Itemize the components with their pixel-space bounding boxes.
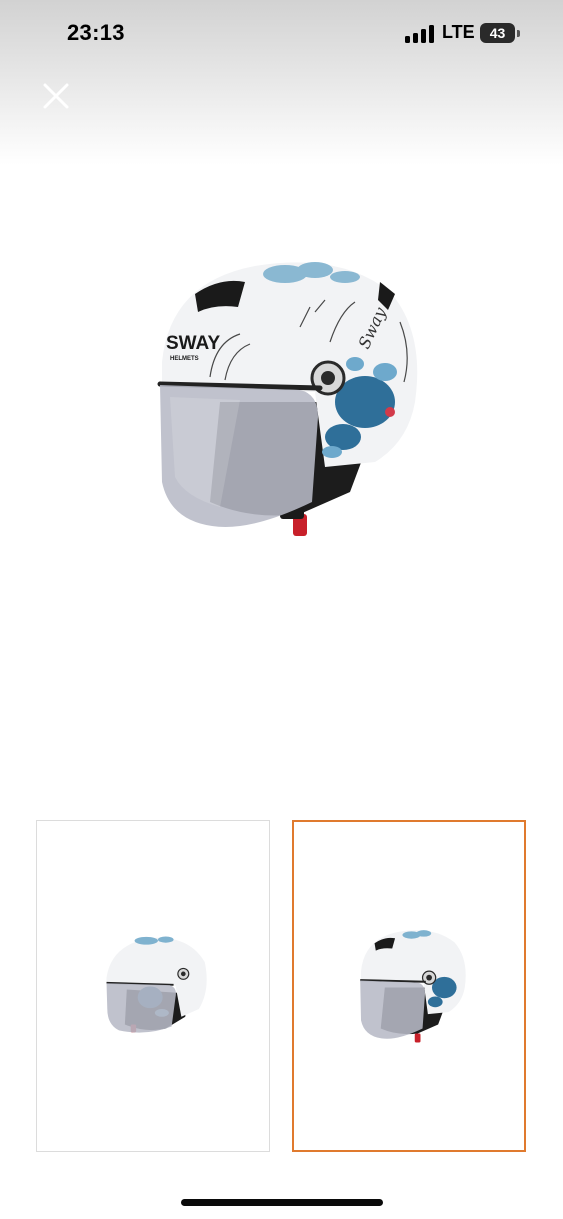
helmet-image: SWAY HELMETS Sway: [157, 262, 418, 536]
thumbnail-2[interactable]: [292, 820, 526, 1152]
main-product-image[interactable]: SWAY HELMETS Sway: [150, 252, 425, 547]
battery-cap: [517, 30, 520, 37]
thumbnail-1[interactable]: [36, 820, 270, 1152]
helmet-brand-text: SWAY: [166, 333, 221, 354]
battery-level: 43: [489, 25, 506, 41]
helmet-front-angle-image: [360, 930, 466, 1043]
battery-icon: 43: [480, 23, 515, 43]
helmet-side-view-image: [106, 936, 207, 1033]
status-time: 23:13: [67, 20, 125, 45]
cellular-signal-icon: [405, 25, 435, 43]
status-bar: 23:13 LTE 43: [0, 0, 563, 66]
close-button[interactable]: [38, 78, 74, 114]
network-type: LTE: [442, 22, 475, 42]
home-indicator[interactable]: [181, 1199, 383, 1206]
close-icon: [43, 83, 69, 109]
helmet-brand-subtext: HELMETS: [170, 356, 199, 362]
